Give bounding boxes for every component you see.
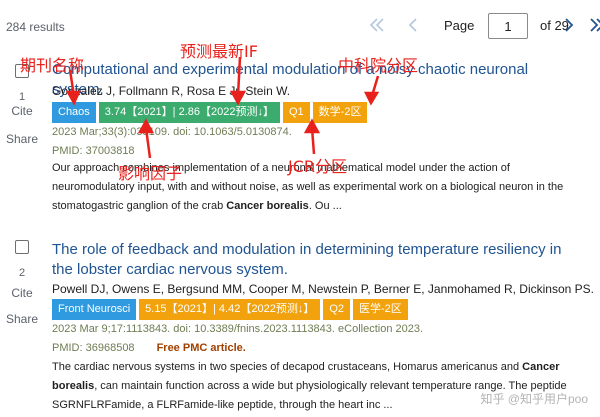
watermark: 知乎 @知乎用户poo: [480, 392, 588, 406]
next-page-icon[interactable]: [556, 10, 582, 40]
journal-badge[interactable]: Chaos: [52, 102, 96, 123]
prev-page-icon[interactable]: [400, 10, 426, 40]
page-number-input[interactable]: [488, 13, 528, 39]
annotation-journal-name: 期刊名称: [20, 56, 85, 75]
share-button[interactable]: Share: [0, 132, 44, 146]
annotation-jcr-partition: JCR分区: [288, 157, 348, 176]
cas-partition-badge[interactable]: 数学-2区: [312, 102, 368, 123]
result-rank: 2: [18, 267, 26, 279]
page-label: Page: [444, 18, 475, 33]
result-badges: Chaos 3.74【2021】| 2.86【2022预测↓】 Q1 数学-2区: [52, 102, 368, 123]
result-citation: 2023 Mar;33(3):033109. doi: 10.1063/5.01…: [52, 126, 292, 138]
result-pmid: PMID: 37003818: [52, 145, 135, 157]
cas-partition-badge[interactable]: 医学-2区: [353, 299, 408, 320]
impact-factor-badge[interactable]: 3.74【2021】| 2.86【2022预测↓】: [98, 102, 280, 123]
pagination: Page of 29: [320, 10, 600, 40]
impact-factor-badge[interactable]: 5.15【2021】| 4.42【2022预测↓】: [139, 299, 321, 320]
cite-button[interactable]: Cite: [0, 104, 44, 118]
first-page-icon[interactable]: [364, 10, 390, 40]
free-pmc-link[interactable]: Free PMC article.: [157, 342, 246, 354]
annotation-predicted-if: 预测最新IF: [180, 42, 258, 61]
result-authors: Powell DJ, Owens E, Bergsund MM, Cooper …: [52, 282, 594, 296]
snippet-text: The cardiac nervous systems in two speci…: [52, 361, 523, 373]
annotation-impact-factor: 影响因子: [118, 164, 183, 183]
jcr-badge[interactable]: Q1: [282, 102, 310, 123]
annotation-cas-partition: 中科院分区: [338, 56, 419, 75]
result-citation: 2023 Mar 9;17:1113843. doi: 10.3389/fnin…: [52, 323, 424, 335]
result-rank: 1: [18, 91, 26, 103]
pmid-text: PMID: 36968508: [52, 342, 135, 354]
snippet-highlight: Cancer borealis: [226, 200, 309, 212]
cite-button[interactable]: Cite: [0, 286, 44, 300]
journal-badge[interactable]: Front Neurosci: [52, 299, 137, 320]
results-count: 284 results: [6, 20, 65, 34]
last-page-icon[interactable]: [584, 10, 600, 40]
result-pmid: PMID: 36968508 Free PMC article.: [52, 342, 246, 354]
result-checkbox[interactable]: [15, 240, 29, 254]
result-authors: Gonzalez J, Follmann R, Rosa E Jr, Stein…: [52, 84, 291, 98]
jcr-badge[interactable]: Q2: [323, 299, 351, 320]
result-badges: Front Neurosci 5.15【2021】| 4.42【2022预测↓】…: [52, 299, 408, 320]
result-side-2: 2: [0, 240, 44, 279]
snippet-text: . Ou ...: [308, 200, 342, 212]
share-button[interactable]: Share: [0, 312, 44, 326]
result-title-link[interactable]: The role of feedback and modulation in d…: [52, 240, 572, 280]
